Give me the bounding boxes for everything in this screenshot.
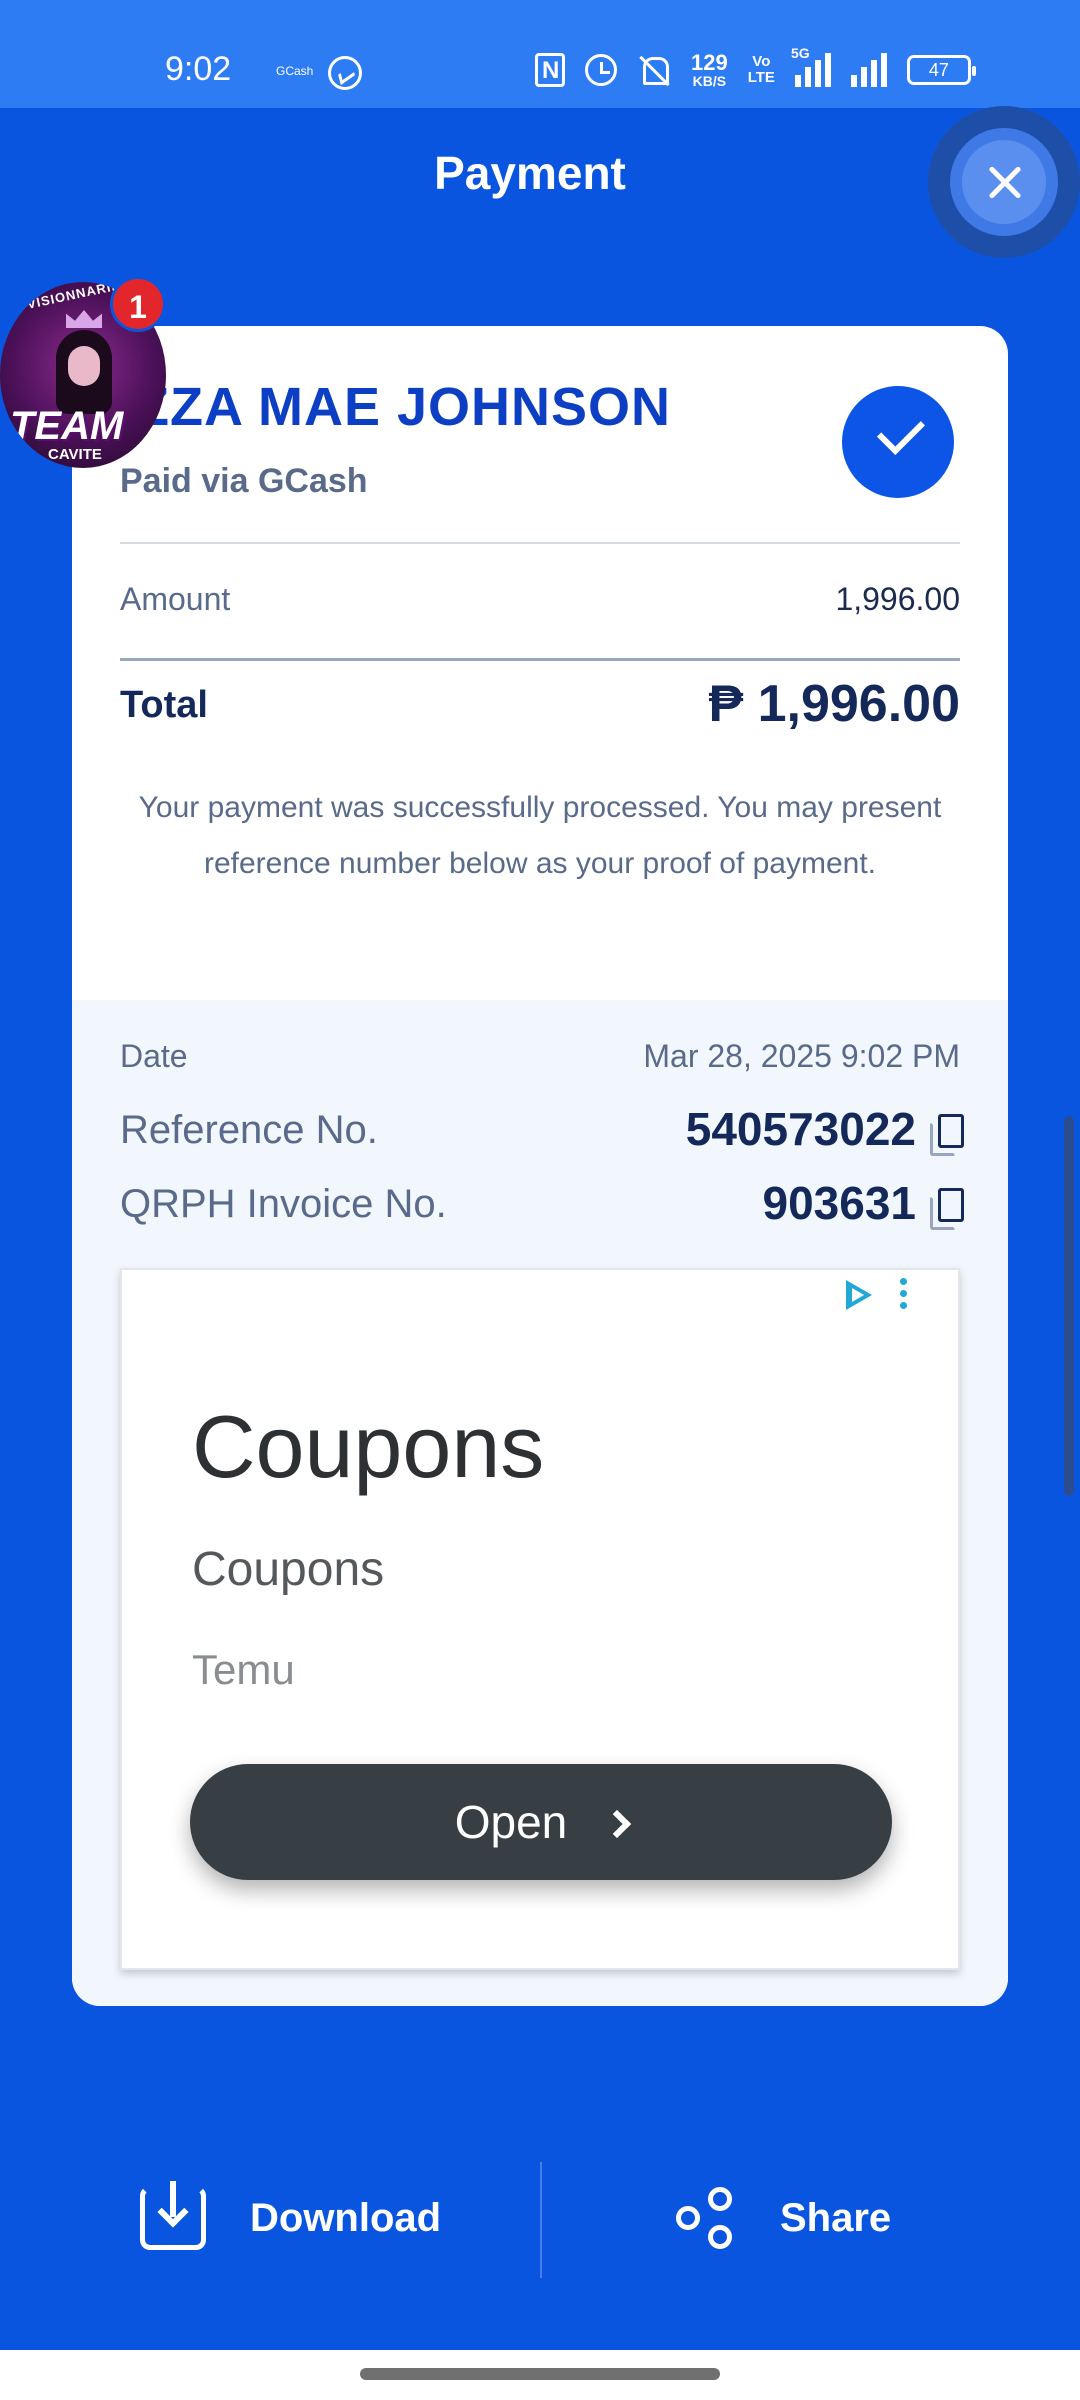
total-label: Total xyxy=(120,684,208,726)
recipient-name: IZZA MAE JOHNSON xyxy=(120,377,672,437)
system-nav-bar xyxy=(0,2350,1080,2400)
date-value: Mar 28, 2025 9:02 PM xyxy=(643,1038,960,1074)
battery-icon: 47 xyxy=(906,55,976,85)
muted-bell-icon xyxy=(637,53,671,87)
status-icons: 129 KB/S VoLTE 5G 47 xyxy=(535,45,976,89)
bubble-bottom-text: CAVITE xyxy=(48,446,102,463)
gcash-notification-icon: GCash xyxy=(276,64,314,78)
home-indicator[interactable] xyxy=(360,2368,720,2380)
page-title: Payment xyxy=(434,147,626,199)
nfc-icon xyxy=(535,53,565,87)
invoice-label: QRPH Invoice No. xyxy=(120,1182,447,1226)
amount-value: 1,996.00 xyxy=(835,581,960,617)
download-icon xyxy=(140,2181,206,2250)
ad-headline: Coupons xyxy=(192,1397,545,1496)
network-speed: 129 KB/S xyxy=(691,50,728,89)
ad-choices-icon[interactable] xyxy=(844,1280,876,1310)
bubble-team-text: TEAM xyxy=(10,404,124,448)
invoice-value: 903631 xyxy=(762,1177,917,1229)
close-icon xyxy=(928,106,1080,258)
alarm-icon xyxy=(585,54,617,86)
reference-label: Reference No. xyxy=(120,1108,378,1152)
reference-value: 540573022 xyxy=(685,1103,916,1155)
amount-label: Amount xyxy=(120,581,231,617)
download-label: Download xyxy=(250,2195,442,2240)
avatar-face xyxy=(68,346,100,386)
share-button[interactable]: Share xyxy=(676,2178,891,2258)
chevron-right-icon xyxy=(603,1809,632,1839)
volte-icon: Vo LTE xyxy=(747,53,775,86)
ad-advertiser: Temu xyxy=(192,1646,295,1693)
ad-subheadline: Coupons xyxy=(192,1543,385,1596)
total-value: ₱ 1,996.00 xyxy=(708,675,960,733)
divider xyxy=(120,658,960,661)
network-speed-unit: KB/S xyxy=(692,73,727,89)
close-button[interactable] xyxy=(928,106,1080,258)
copy-reference-icon[interactable] xyxy=(930,1114,964,1156)
share-icon xyxy=(676,2187,734,2249)
signal-5g-icon: 5G xyxy=(791,45,831,87)
signal-icon xyxy=(850,53,887,87)
share-label: Share xyxy=(780,2195,892,2240)
ad-menu-icon[interactable] xyxy=(900,1278,910,1312)
date-label: Date xyxy=(120,1038,188,1074)
ad-banner[interactable]: Coupons Coupons Temu Open xyxy=(120,1268,960,1970)
network-speed-value: 129 xyxy=(691,50,728,75)
copy-invoice-icon[interactable] xyxy=(930,1188,964,1230)
divider xyxy=(120,542,960,544)
status-bar: 9:02 GCash 129 KB/S VoLTE 5G 47 xyxy=(0,0,1080,108)
ad-open-label: Open xyxy=(454,1796,568,1848)
scrollbar[interactable] xyxy=(1064,1116,1074,1496)
receipt-card: IZZA MAE JOHNSON Paid via GCash Amount 1… xyxy=(72,326,1008,2006)
divider xyxy=(540,2162,542,2278)
messenger-notification-icon xyxy=(328,56,362,90)
check-icon xyxy=(842,386,954,498)
payment-method: Paid via GCash xyxy=(120,462,368,500)
download-button[interactable]: Download xyxy=(140,2178,441,2258)
network-type: 5G xyxy=(790,45,810,61)
success-message: Your payment was successfully processed.… xyxy=(138,791,942,880)
crown-icon xyxy=(66,310,102,328)
ad-open-button[interactable]: Open xyxy=(190,1764,892,1880)
notification-badge: 1 xyxy=(110,276,166,332)
status-time: 9:02 xyxy=(165,50,232,88)
action-bar: Download Share xyxy=(0,2162,1080,2278)
